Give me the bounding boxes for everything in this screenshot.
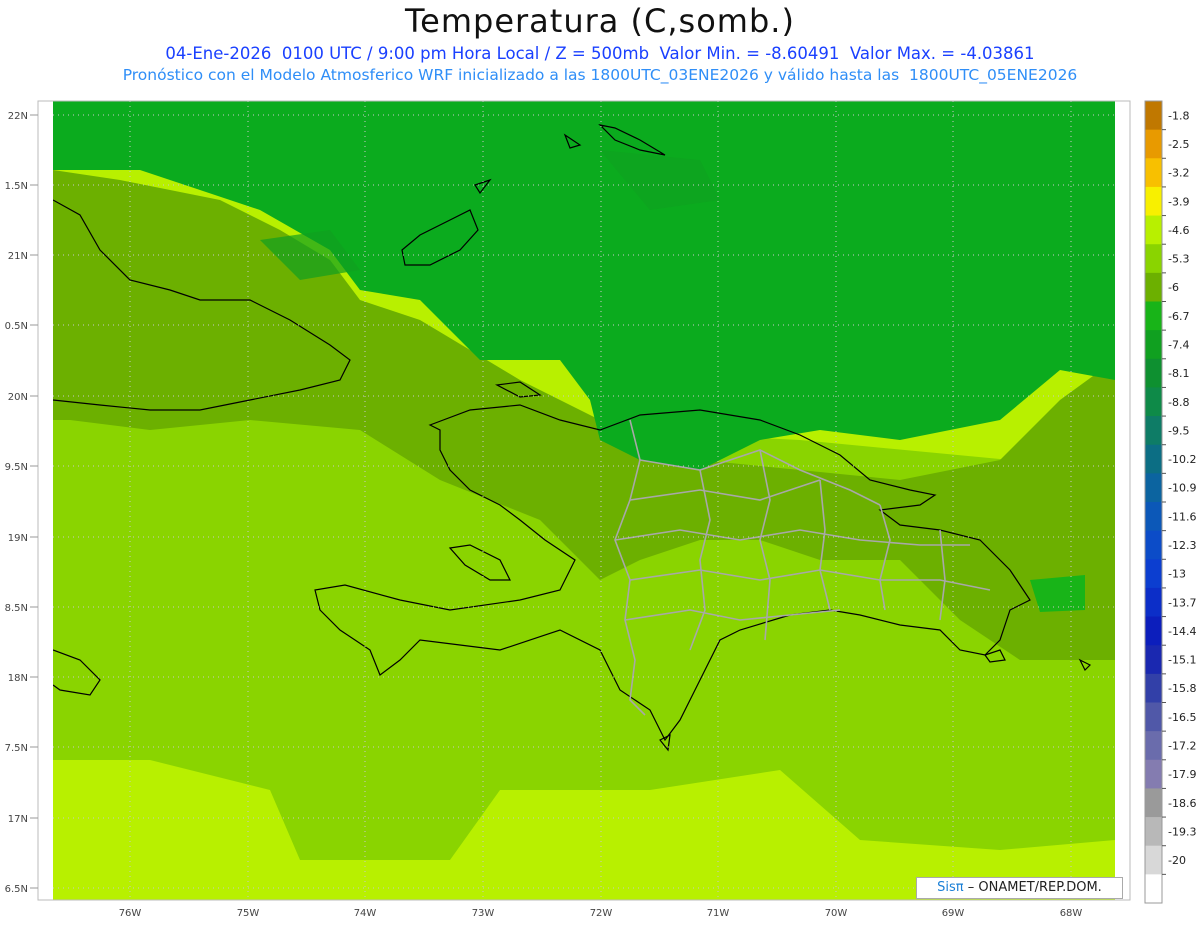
colorbar-swatch bbox=[1145, 186, 1162, 217]
lon-label: 74W bbox=[354, 908, 377, 919]
colorbar-swatch bbox=[1145, 731, 1162, 761]
colorbar-swatch bbox=[1145, 702, 1162, 732]
lat-axis: 22N 1.5N 21N 0.5N 20N 9.5N 19N 8.5N 18N … bbox=[5, 111, 28, 895]
lat-label: 17N bbox=[8, 814, 28, 825]
lat-label: 8.5N bbox=[5, 603, 28, 614]
colorbar-label: -13.7 bbox=[1168, 596, 1196, 609]
colorbar-label: -17.2 bbox=[1168, 739, 1196, 752]
colorbar-swatch bbox=[1145, 473, 1162, 503]
colorbar-swatch bbox=[1145, 387, 1162, 417]
colorbar-label: -6 bbox=[1168, 281, 1179, 294]
sispi-logo: Sisπ bbox=[937, 880, 964, 895]
colorbar-label: -3.9 bbox=[1168, 195, 1189, 208]
colorbar: -1.8 -2.5 -3.2 -3.9 -4.6 -5.3 -6 -6.7 -7.4 -8.1 -8… bbox=[1144, 100, 1196, 904]
lat-label: 1.5N bbox=[5, 181, 28, 192]
lon-label: 70W bbox=[825, 908, 848, 919]
colorbar-swatch bbox=[1145, 788, 1162, 818]
colorbar-swatch bbox=[1145, 559, 1162, 589]
lat-label: 0.5N bbox=[5, 321, 28, 332]
colorbar-label: -6.7 bbox=[1168, 310, 1189, 323]
colorbar-label: -13 bbox=[1168, 568, 1186, 581]
colorbar-label: -18.6 bbox=[1168, 797, 1196, 810]
colorbar-label: -5.3 bbox=[1168, 253, 1189, 266]
colorbar-label: -9.5 bbox=[1168, 424, 1189, 437]
lat-label: 21N bbox=[8, 251, 28, 262]
colorbar-label: -16.5 bbox=[1168, 711, 1196, 724]
colorbar-swatch bbox=[1145, 616, 1162, 646]
lon-label: 72W bbox=[590, 908, 613, 919]
colorbar-swatch bbox=[1145, 587, 1162, 618]
colorbar-swatch bbox=[1145, 502, 1162, 532]
lat-label: 6.5N bbox=[5, 884, 28, 895]
lat-ticks bbox=[30, 114, 38, 889]
lon-axis: 76W 75W 74W 73W 72W 71W 70W 69W 68W bbox=[119, 908, 1083, 919]
colorbar-label: -15.8 bbox=[1168, 682, 1196, 695]
colorbar-label: -10.2 bbox=[1168, 453, 1196, 466]
colorbar-swatch bbox=[1145, 272, 1162, 302]
colorbar-label: -17.9 bbox=[1168, 768, 1196, 781]
colorbar-swatch bbox=[1145, 244, 1162, 274]
colorbar-label: -7.4 bbox=[1168, 338, 1189, 351]
colorbar-swatch bbox=[1145, 416, 1162, 446]
colorbar-label: -4.6 bbox=[1168, 224, 1189, 237]
temperature-field bbox=[53, 101, 1115, 900]
colorbar-swatch bbox=[1145, 645, 1162, 675]
lon-label: 76W bbox=[119, 908, 142, 919]
colorbar-swatch bbox=[1145, 301, 1162, 331]
lon-label: 68W bbox=[1060, 908, 1083, 919]
colorbar-swatch bbox=[1145, 874, 1162, 904]
lat-label: 20N bbox=[8, 392, 28, 403]
colorbar-swatch bbox=[1145, 673, 1162, 703]
temperature-map: 22N 1.5N 21N 0.5N 20N 9.5N 19N 8.5N 18N … bbox=[5, 100, 1196, 919]
colorbar-label: -8.1 bbox=[1168, 367, 1189, 380]
colorbar-swatch bbox=[1145, 215, 1162, 245]
colorbar-swatch bbox=[1145, 530, 1162, 560]
colorbar-swatch bbox=[1145, 129, 1162, 159]
credit-text: – ONAMET/REP.DOM. bbox=[967, 880, 1102, 895]
colorbar-swatch bbox=[1145, 101, 1162, 131]
colorbar-label: -2.5 bbox=[1168, 138, 1189, 151]
lat-label: 18N bbox=[8, 673, 28, 684]
lon-label: 73W bbox=[472, 908, 495, 919]
colorbar-swatch bbox=[1145, 845, 1162, 875]
colorbar-label: -12.3 bbox=[1168, 539, 1196, 552]
colorbar-label: -20 bbox=[1168, 854, 1186, 867]
colorbar-swatch bbox=[1145, 444, 1162, 474]
lat-label: 9.5N bbox=[5, 462, 28, 473]
colorbar-label: -15.1 bbox=[1168, 654, 1196, 667]
colorbar-label: -10.9 bbox=[1168, 482, 1196, 495]
colorbar-swatch bbox=[1145, 158, 1162, 188]
lat-label: 19N bbox=[8, 533, 28, 544]
colorbar-label: -11.6 bbox=[1168, 510, 1196, 523]
colorbar-swatch bbox=[1145, 358, 1162, 388]
colorbar-swatch bbox=[1145, 817, 1162, 847]
lon-label: 75W bbox=[237, 908, 260, 919]
lon-label: 69W bbox=[942, 908, 965, 919]
colorbar-label: -1.8 bbox=[1168, 109, 1189, 122]
colorbar-label: -8.8 bbox=[1168, 396, 1189, 409]
credit-box: Sisπ – ONAMET/REP.DOM. bbox=[916, 877, 1123, 899]
colorbar-label: -3.2 bbox=[1168, 167, 1189, 180]
colorbar-label: -19.3 bbox=[1168, 825, 1196, 838]
lat-label: 22N bbox=[8, 111, 28, 122]
colorbar-swatch bbox=[1145, 330, 1162, 360]
lon-label: 71W bbox=[707, 908, 730, 919]
colorbar-label: -14.4 bbox=[1168, 625, 1196, 638]
colorbar-swatch bbox=[1145, 759, 1162, 789]
lat-label: 7.5N bbox=[5, 743, 28, 754]
